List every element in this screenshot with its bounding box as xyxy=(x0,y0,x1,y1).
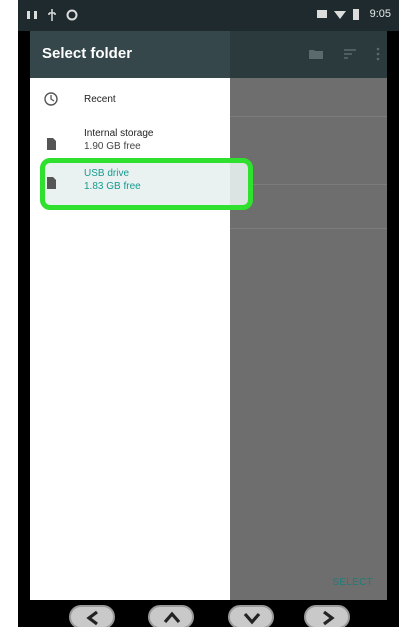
down-icon xyxy=(243,612,261,625)
nav-up-button[interactable] xyxy=(148,605,194,627)
folder-content-pane: SELECT xyxy=(230,78,387,600)
nav-back-button[interactable] xyxy=(69,605,115,627)
status-time: 9:05 xyxy=(369,8,391,20)
usb-icon xyxy=(46,9,58,21)
drawer-item-label: Internal storage xyxy=(84,128,154,139)
right-toolbar xyxy=(230,31,387,78)
drawer-header: Select folder xyxy=(30,31,230,78)
clock-icon xyxy=(44,92,58,106)
wifi-icon xyxy=(333,8,346,20)
folder-icon[interactable] xyxy=(308,46,324,62)
drawer-item-subtitle: 1.83 GB free xyxy=(84,181,141,192)
sim-icon xyxy=(316,8,328,20)
nav-down-button[interactable] xyxy=(228,605,274,627)
list-divider xyxy=(230,116,387,117)
drawer-item-recent[interactable]: Recent xyxy=(30,78,230,122)
status-bar: 9:05 xyxy=(18,0,399,31)
drawer-item-label: Recent xyxy=(84,94,116,105)
up-icon xyxy=(163,611,181,624)
forward-icon xyxy=(323,610,335,626)
navigation-drawer: Select folder Recent Internal storage 1.… xyxy=(30,31,230,600)
sort-icon[interactable] xyxy=(342,46,358,62)
back-icon xyxy=(86,610,98,626)
list-divider xyxy=(230,184,387,185)
sd-card-icon xyxy=(44,137,58,151)
screen: SELECT Select folder Recent Internal sto… xyxy=(30,31,387,600)
more-vert-icon[interactable] xyxy=(370,46,386,62)
notification-icon xyxy=(26,9,38,21)
select-button[interactable]: SELECT xyxy=(332,577,373,588)
sd-card-icon xyxy=(44,176,58,190)
sync-icon xyxy=(66,9,78,21)
drawer-item-subtitle: 1.90 GB free xyxy=(84,141,141,152)
nav-forward-button[interactable] xyxy=(304,605,350,627)
list-divider xyxy=(230,228,387,229)
drawer-item-usb-drive[interactable]: USB drive 1.83 GB free xyxy=(30,164,230,206)
drawer-item-label: USB drive xyxy=(84,168,130,179)
drawer-title: Select folder xyxy=(42,45,133,62)
device-frame: 9:05 SELECT Select folder Recent Interna… xyxy=(18,0,399,627)
battery-icon xyxy=(352,8,364,20)
